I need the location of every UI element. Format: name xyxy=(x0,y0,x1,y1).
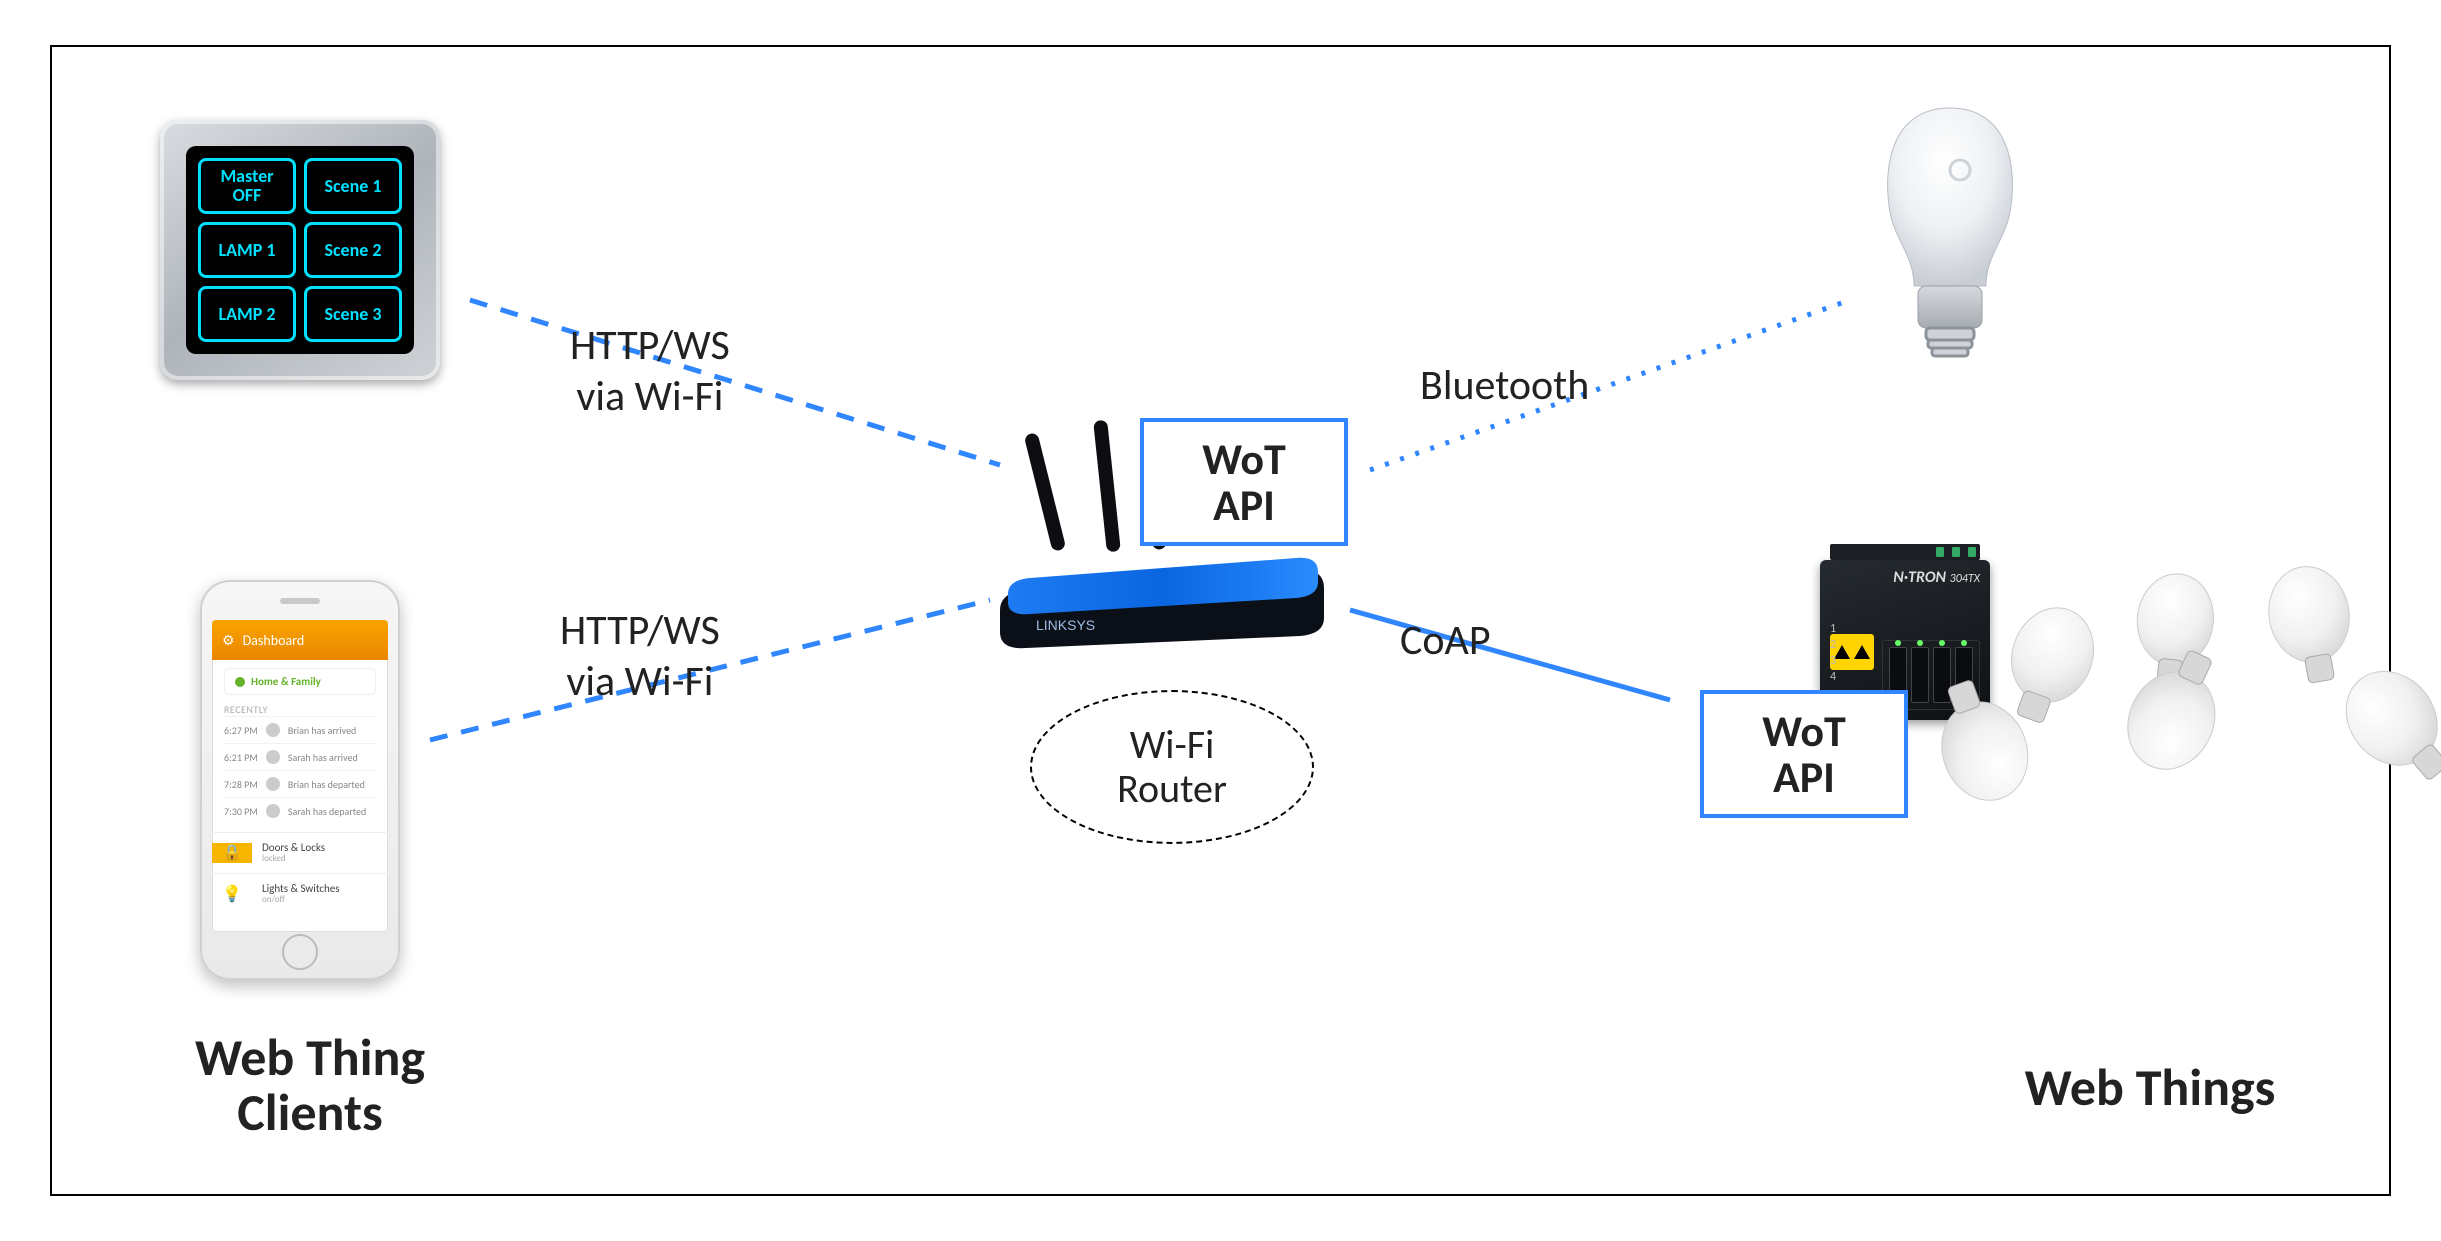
phone-recently-label: RECENTLY xyxy=(224,703,376,716)
diagram-stage: HTTP/WS via Wi-Fi HTTP/WS via Wi-Fi Blue… xyxy=(0,0,2441,1241)
label-httpws-2: HTTP/WS via Wi-Fi xyxy=(560,605,720,707)
phone-activity-row: 6:27 PMBrian has arrived xyxy=(224,716,376,743)
smart-bulb-icon xyxy=(1860,100,2040,380)
svg-text:LINKSYS: LINKSYS xyxy=(1036,617,1095,633)
wot-api-box-router: WoT API xyxy=(1140,418,1348,546)
phone-section-doors: 🔒 Doors & Lockslocked xyxy=(212,832,388,873)
wifi-router-label: Wi-Fi Router xyxy=(1030,690,1314,844)
wot-api-box-gateway: WoT API xyxy=(1700,690,1908,818)
phone-header-title: Dashboard xyxy=(243,632,305,649)
phone-section-home: Home & Family xyxy=(224,668,376,695)
panel-key: LAMP 2 xyxy=(198,286,296,342)
label-httpws-1: HTTP/WS via Wi-Fi xyxy=(570,320,730,422)
panel-key: Scene 1 xyxy=(304,158,402,214)
bulb-cluster-icon xyxy=(2000,560,2430,920)
phone-activity-row: 7:30 PMSarah has departed xyxy=(224,797,376,824)
phone-header: ⚙ Dashboard xyxy=(212,620,388,660)
ethernet-port-icon xyxy=(1911,647,1929,703)
phone-activity-row: 7:28 PMBrian has departed xyxy=(224,770,376,797)
wall-controller-icon: Master OFF Scene 1 LAMP 1 Scene 2 LAMP 2… xyxy=(160,120,440,380)
conn-panel-router xyxy=(470,300,1000,465)
phone-activity-row: 6:21 PMSarah has arrived xyxy=(224,743,376,770)
lock-icon: 🔒 xyxy=(212,843,252,863)
panel-key: LAMP 1 xyxy=(198,222,296,278)
panel-key: Master OFF xyxy=(198,158,296,214)
title-clients: Web Thing Clients xyxy=(120,1030,500,1139)
title-things: Web Things xyxy=(1970,1060,2330,1115)
panel-key: Scene 2 xyxy=(304,222,402,278)
smartphone-icon: ⚙ Dashboard Home & Family RECENTLY 6:27 … xyxy=(200,580,400,980)
phone-section-lights: 💡 Lights & Switcheson/off xyxy=(212,873,388,914)
panel-key: Scene 3 xyxy=(304,286,402,342)
phone-home-button-icon xyxy=(282,934,318,970)
label-bluetooth: Bluetooth xyxy=(1420,360,1589,411)
bulb-icon: 💡 xyxy=(212,884,252,904)
conn-router-switch xyxy=(1350,610,1670,700)
label-coap: CoAP xyxy=(1400,615,1491,666)
warning-icon xyxy=(1830,634,1874,670)
ethernet-port-icon xyxy=(1933,647,1951,703)
gear-icon: ⚙ xyxy=(222,632,235,649)
